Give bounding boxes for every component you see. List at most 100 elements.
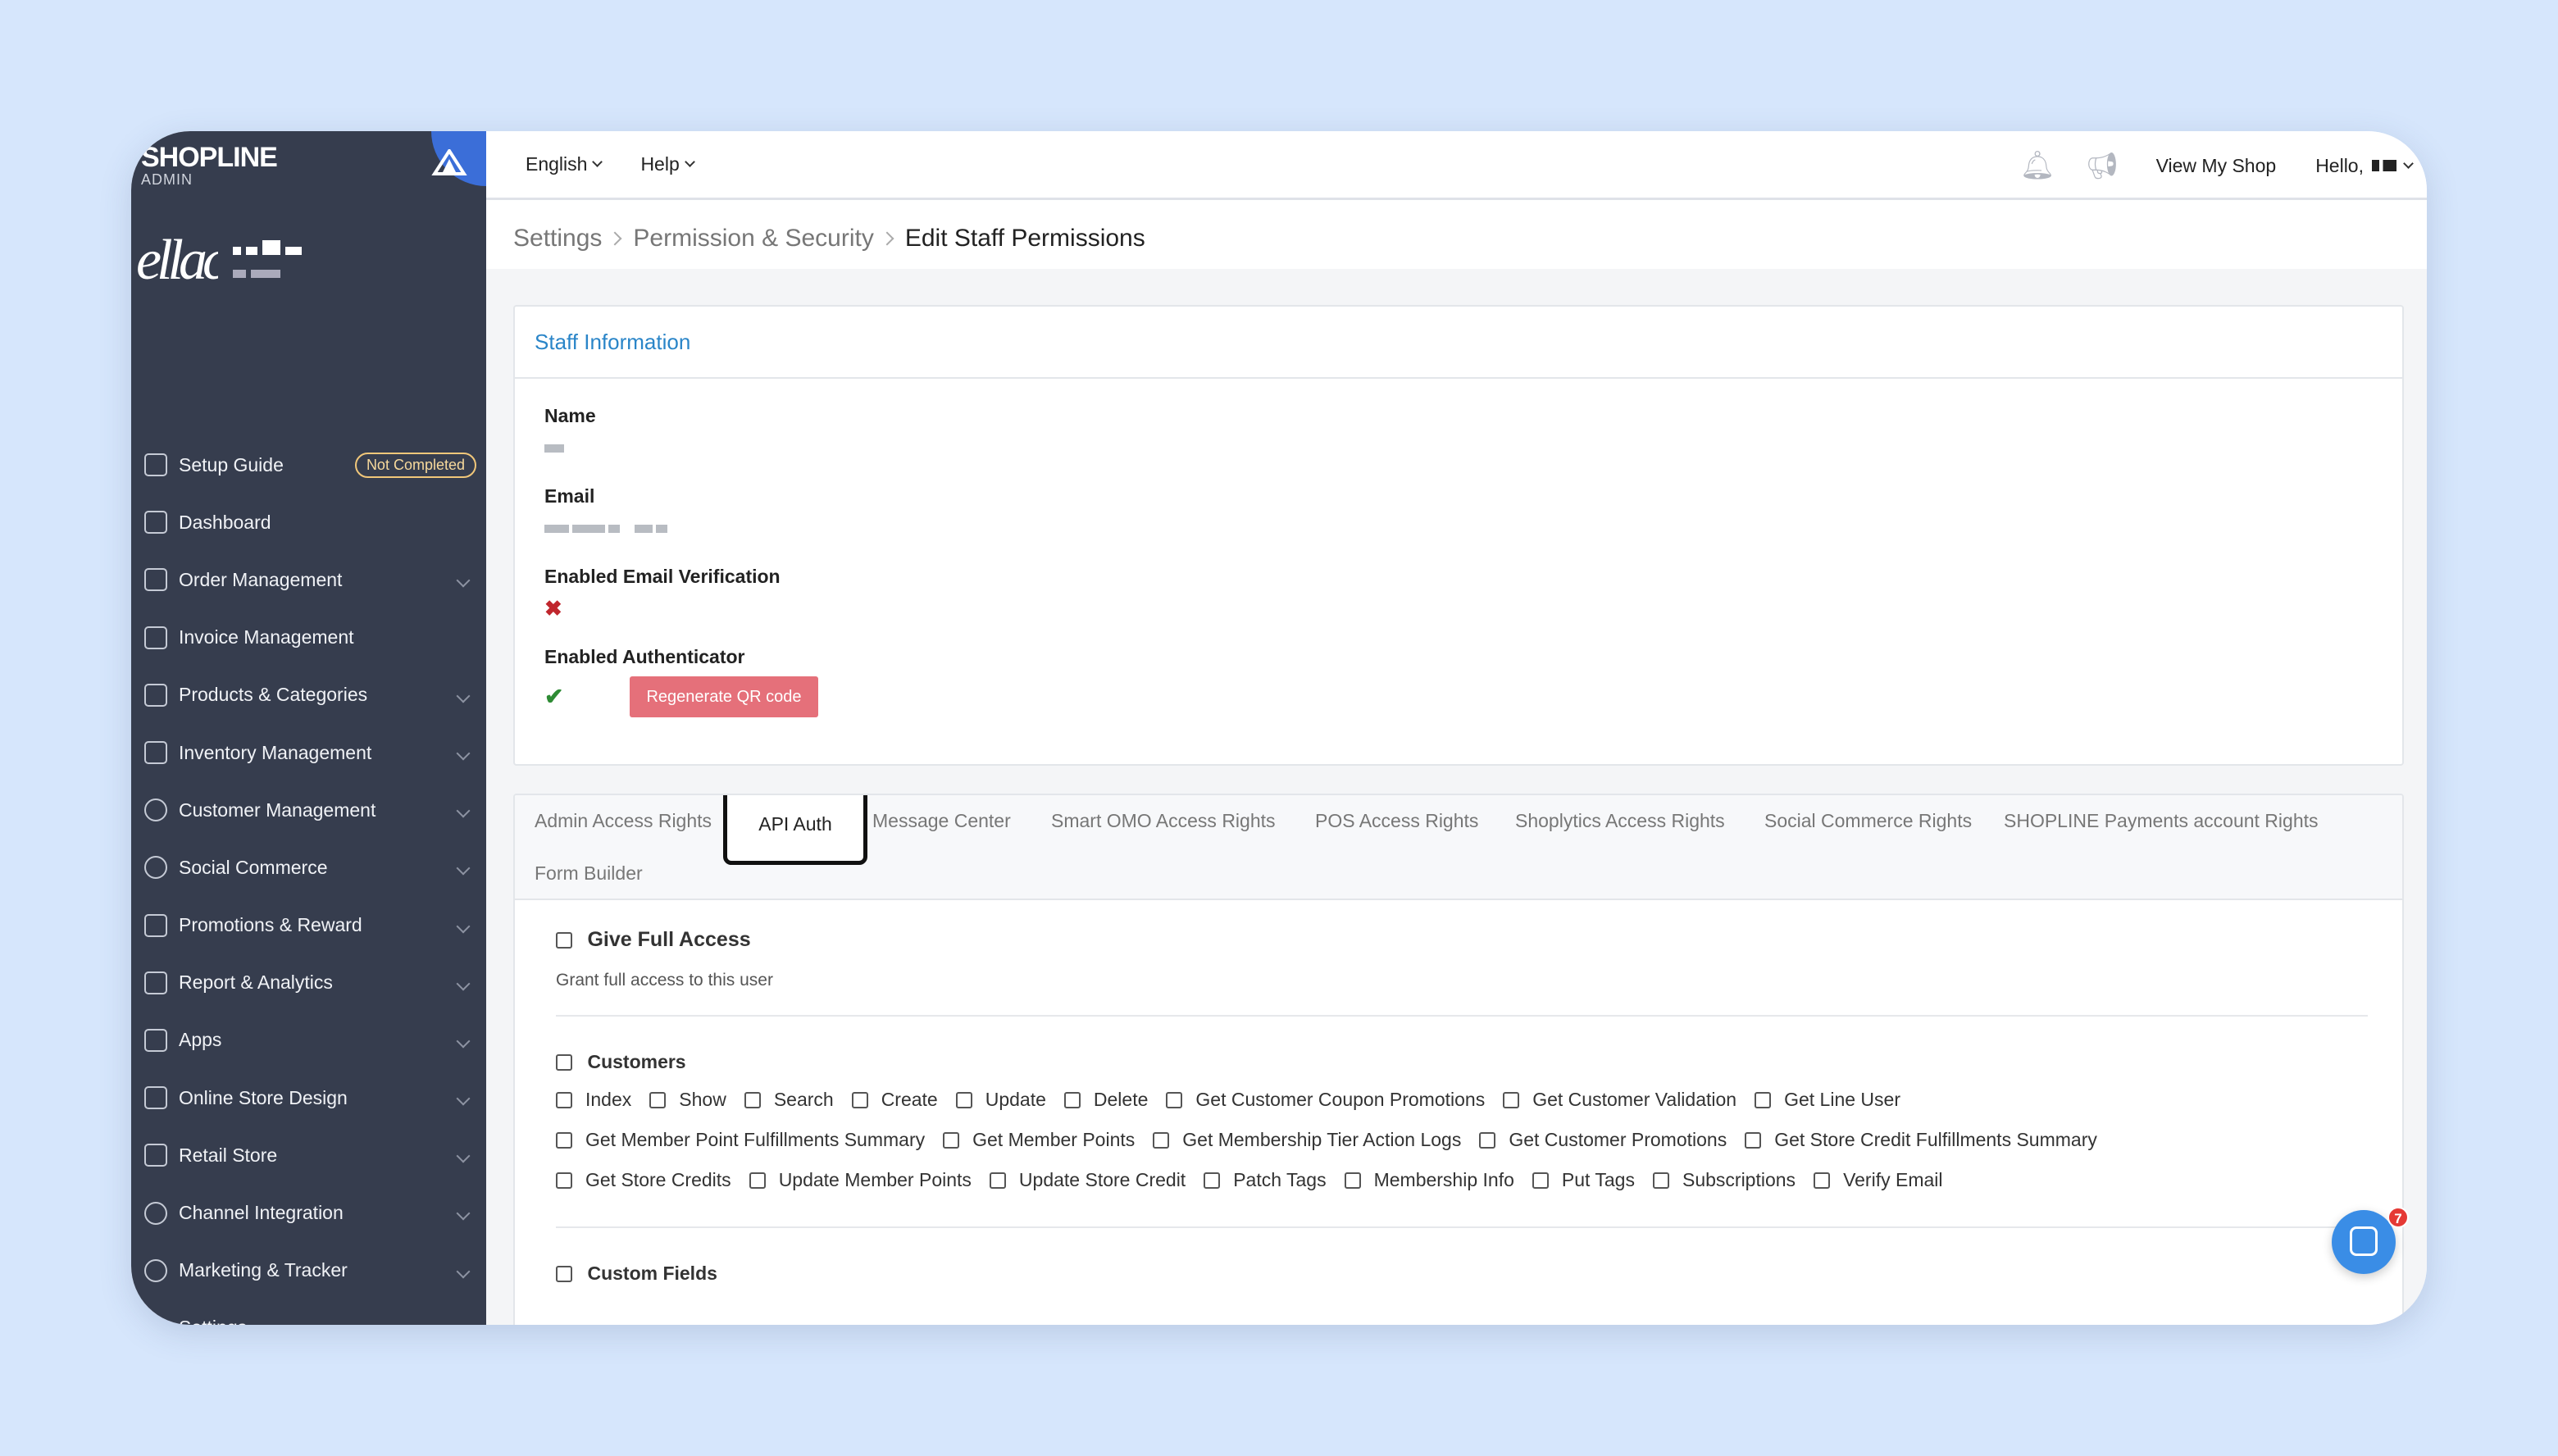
perm-get-customer-coupon-promotions[interactable]: Get Customer Coupon Promotions <box>1166 1089 1485 1111</box>
checkbox[interactable] <box>1166 1091 1183 1108</box>
tab-social-commerce-rights[interactable]: Social Commerce Rights <box>1764 810 1972 832</box>
checkbox[interactable] <box>1652 1172 1669 1189</box>
sidebar-item-label: Customer Management <box>179 799 376 821</box>
perm-show[interactable]: Show <box>649 1089 726 1111</box>
perm-get-line-user[interactable]: Get Line User <box>1755 1089 1900 1111</box>
username-redacted <box>2372 160 2396 171</box>
perm-index[interactable]: Index <box>556 1089 631 1111</box>
custom-fields-group[interactable]: Custom Fields <box>556 1263 717 1285</box>
card-title: Staff Information <box>535 329 691 354</box>
full-access-checkbox[interactable] <box>556 931 572 949</box>
perm-get-store-credit-fulfillments-summary[interactable]: Get Store Credit Fulfillments Summary <box>1745 1129 2097 1151</box>
sidebar-item-retail-store[interactable]: Retail Store <box>131 1126 486 1184</box>
bell-icon[interactable]: 🔔︎ <box>2020 151 2055 180</box>
help-dropdown[interactable]: Help <box>640 153 695 175</box>
perm-delete[interactable]: Delete <box>1063 1089 1148 1111</box>
hello-label: Hello, <box>2315 154 2364 176</box>
language-dropdown[interactable]: English <box>526 153 603 175</box>
page-title: Edit Staff Permissions <box>904 225 1145 252</box>
perm-get-store-credits[interactable]: Get Store Credits <box>556 1169 731 1191</box>
store-switcher[interactable]: ellac <box>136 228 307 293</box>
breadcrumb-permission-security[interactable]: Permission & Security <box>633 225 873 253</box>
perm-get-customer-validation[interactable]: Get Customer Validation <box>1503 1089 1736 1111</box>
checkbox[interactable] <box>556 1091 572 1108</box>
checkbox[interactable] <box>744 1091 761 1108</box>
signpost-icon <box>144 453 167 477</box>
sidebar-item-setup-guide[interactable]: Setup Guide Not Completed <box>131 436 486 494</box>
tab-shoplytics-access-rights[interactable]: Shoplytics Access Rights <box>1515 810 1725 832</box>
support-chat-button[interactable] <box>2332 1210 2396 1274</box>
sidebar-item-social-commerce[interactable]: Social Commerce <box>131 839 486 896</box>
checkbox[interactable] <box>1814 1172 1831 1189</box>
perm-get-customer-promotions[interactable]: Get Customer Promotions <box>1479 1129 1727 1151</box>
perm-get-membership-tier-action-logs[interactable]: Get Membership Tier Action Logs <box>1153 1129 1461 1151</box>
checkbox[interactable] <box>1204 1172 1221 1189</box>
tab-pos-access-rights[interactable]: POS Access Rights <box>1315 810 1478 832</box>
name-label: Name <box>544 405 596 426</box>
megaphone-icon[interactable]: 📢︎ <box>2086 151 2119 180</box>
sidebar-item-order-management[interactable]: Order Management <box>131 551 486 608</box>
sidebar-item-settings[interactable]: Settings <box>131 1299 486 1325</box>
sidebar-item-marketing-tracker[interactable]: Marketing & Tracker <box>131 1242 486 1299</box>
sidebar-item-customer-management[interactable]: Customer Management <box>131 781 486 839</box>
perm-patch-tags[interactable]: Patch Tags <box>1204 1169 1327 1191</box>
checkbox[interactable] <box>1532 1172 1549 1189</box>
chevron-down-icon <box>456 1322 471 1325</box>
sidebar: SHOPLINE ADMIN ellac Setup Guide Not Com… <box>131 131 486 1325</box>
tab-form-builder[interactable]: Form Builder <box>535 862 643 885</box>
checkbox[interactable] <box>1063 1091 1081 1108</box>
checkbox[interactable] <box>989 1172 1006 1189</box>
tab-message-center[interactable]: Message Center <box>872 810 1011 832</box>
checkbox[interactable] <box>1153 1131 1170 1149</box>
checkbox[interactable] <box>1479 1131 1496 1149</box>
checkbox[interactable] <box>943 1131 960 1149</box>
sidebar-item-products-categories[interactable]: Products & Categories <box>131 667 486 724</box>
sidebar-item-online-store-design[interactable]: Online Store Design <box>131 1069 486 1126</box>
checkbox[interactable] <box>1745 1131 1762 1149</box>
user-menu[interactable]: Hello, <box>2315 154 2414 177</box>
checkbox[interactable] <box>1344 1172 1361 1189</box>
checkbox[interactable] <box>556 1172 572 1189</box>
view-my-shop-link[interactable]: View My Shop <box>2156 155 2277 177</box>
sidebar-item-dashboard[interactable]: Dashboard <box>131 494 486 551</box>
divider <box>556 1015 2368 1017</box>
checkbox[interactable] <box>851 1091 868 1108</box>
tab-api-auth[interactable]: API Auth <box>723 795 867 865</box>
perm-put-tags[interactable]: Put Tags <box>1532 1169 1635 1191</box>
perm-update-member-points[interactable]: Update Member Points <box>749 1169 972 1191</box>
regenerate-qr-button[interactable]: Regenerate QR code <box>630 676 818 717</box>
perm-get-member-points[interactable]: Get Member Points <box>943 1129 1135 1151</box>
full-access-option[interactable]: Give Full Access <box>556 928 751 952</box>
tab-shopline-payments-rights[interactable]: SHOPLINE Payments account Rights <box>2004 810 2319 832</box>
chevron-down-icon <box>456 1091 471 1106</box>
breadcrumb-settings[interactable]: Settings <box>513 225 602 253</box>
perm-update-store-credit[interactable]: Update Store Credit <box>989 1169 1186 1191</box>
checkbox[interactable] <box>1503 1091 1520 1108</box>
perm-update[interactable]: Update <box>955 1089 1046 1111</box>
custom-fields-checkbox[interactable] <box>556 1265 572 1282</box>
tab-smart-omo-access-rights[interactable]: Smart OMO Access Rights <box>1051 810 1276 832</box>
checkbox[interactable] <box>1755 1091 1772 1108</box>
checkbox[interactable] <box>749 1172 766 1189</box>
sidebar-item-channel-integration[interactable]: Channel Integration <box>131 1184 486 1241</box>
brand-logo[interactable]: SHOPLINE ADMIN <box>141 143 278 187</box>
sidebar-item-inventory-management[interactable]: Inventory Management <box>131 724 486 781</box>
perm-search[interactable]: Search <box>744 1089 834 1111</box>
sidebar-item-report-analytics[interactable]: Report & Analytics <box>131 954 486 1012</box>
perm-create[interactable]: Create <box>851 1089 938 1111</box>
sidebar-item-apps[interactable]: Apps <box>131 1012 486 1069</box>
checkbox[interactable] <box>955 1091 972 1108</box>
perm-verify-email[interactable]: Verify Email <box>1814 1169 1943 1191</box>
perm-membership-info[interactable]: Membership Info <box>1344 1169 1514 1191</box>
tab-admin-access-rights[interactable]: Admin Access Rights <box>535 810 712 832</box>
customers-checkbox[interactable] <box>556 1053 572 1071</box>
perm-get-member-point-fulfillments-summary[interactable]: Get Member Point Fulfillments Summary <box>556 1129 925 1151</box>
full-access-title: Give Full Access <box>587 928 751 951</box>
checkbox[interactable] <box>649 1091 667 1108</box>
customers-group[interactable]: Customers <box>556 1051 686 1073</box>
sidebar-item-promotions-reward[interactable]: Promotions & Reward <box>131 897 486 954</box>
checkbox[interactable] <box>556 1131 572 1149</box>
perm-subscriptions[interactable]: Subscriptions <box>1652 1169 1796 1191</box>
chevron-right-icon <box>608 231 622 246</box>
sidebar-item-invoice-management[interactable]: Invoice Management <box>131 609 486 667</box>
